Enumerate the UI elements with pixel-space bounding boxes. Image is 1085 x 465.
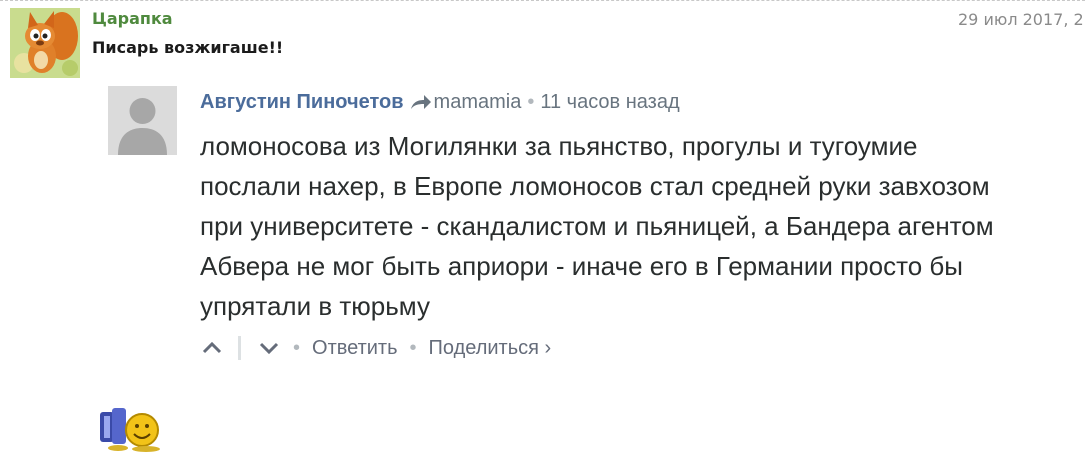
reply-arrow-icon bbox=[410, 93, 432, 117]
chevron-up-icon bbox=[202, 341, 222, 354]
action-separator: • bbox=[409, 336, 417, 359]
reply-button[interactable]: Ответить bbox=[312, 337, 398, 360]
upvote-button[interactable] bbox=[200, 336, 224, 360]
comment-line: при университете - скандалистом и пьяниц… bbox=[200, 211, 994, 241]
post-author-name[interactable]: Царапка bbox=[92, 9, 173, 28]
quote-author-name[interactable]: Августин Пиночетов bbox=[200, 91, 404, 113]
top-divider bbox=[0, 0, 1085, 1]
post-text: Писарь возжигаше!! bbox=[92, 38, 284, 57]
downvote-button[interactable] bbox=[257, 336, 281, 360]
reply-to-user[interactable]: mamamia bbox=[434, 91, 522, 113]
post-date: 29 июл 2017, 2 bbox=[958, 10, 1084, 29]
smiley-sticker-icon bbox=[100, 408, 160, 452]
vote-divider bbox=[238, 336, 241, 360]
quote-header: Августин Пиночетов mamamia • 11 часов назад bbox=[200, 91, 680, 117]
comment-line: ломоносова из Могилянки за пьянство, про… bbox=[200, 131, 918, 161]
meta-separator: • bbox=[527, 91, 535, 113]
comment-line: Абвера не мог быть априори - иначе его в… bbox=[200, 251, 963, 281]
default-user-avatar-icon bbox=[108, 86, 177, 155]
comment-actions: • Ответить • Поделиться › bbox=[200, 334, 551, 362]
comment-body: ломоносова из Могилянки за пьянство, про… bbox=[200, 126, 1085, 326]
post-author-avatar[interactable] bbox=[10, 8, 80, 78]
squirrel-avatar-icon bbox=[10, 8, 80, 78]
action-separator: • bbox=[293, 336, 301, 359]
share-button[interactable]: Поделиться › bbox=[429, 337, 552, 360]
comment-line: послали нахер, в Европе ломоносов стал с… bbox=[200, 171, 990, 201]
chevron-down-icon bbox=[259, 342, 279, 355]
quote-author-avatar[interactable] bbox=[108, 86, 177, 155]
sticker-image bbox=[96, 402, 166, 452]
comment-time[interactable]: 11 часов назад bbox=[540, 91, 679, 113]
comment-line: упрятали в тюрьму bbox=[200, 291, 430, 321]
